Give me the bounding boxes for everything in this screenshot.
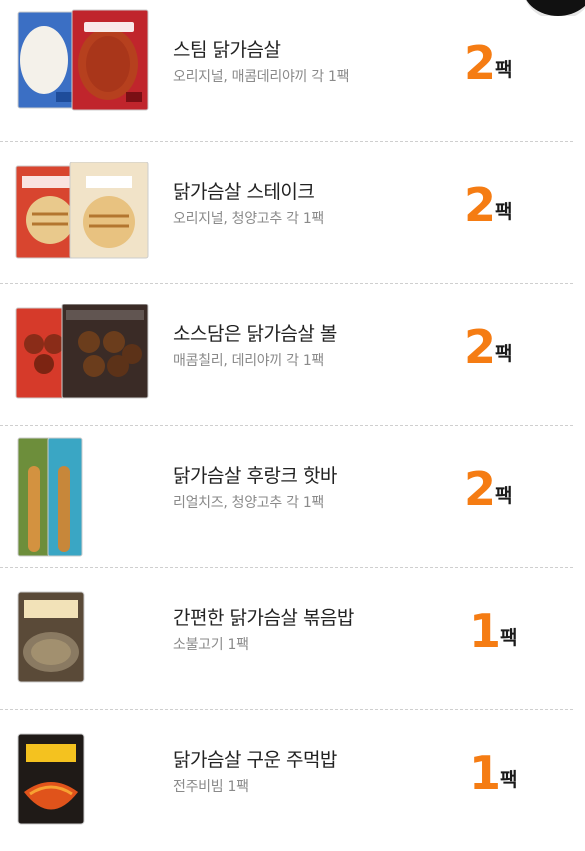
product-row: 간편한 닭가슴살 볶음밥 소불고기 1팩 1 팩 (0, 568, 573, 710)
product-options: 소불고기 1팩 (173, 637, 249, 653)
product-image (14, 8, 154, 118)
product-name: 닭가슴살 스테이크 (173, 181, 315, 203)
product-row: 닭가슴살 후랑크 핫바 리얼치즈, 청양고추 각 1팩 2 팩 (0, 426, 573, 568)
product-name: 스팀 닭가슴살 (173, 39, 281, 61)
quantity-number: 2 (464, 178, 496, 232)
product-options: 오리지널, 매콤데리야끼 각 1팩 (173, 69, 350, 85)
product-options: 오리지널, 청양고추 각 1팩 (173, 211, 325, 227)
pack-quantity: 1 팩 (469, 750, 518, 796)
product-image (14, 303, 154, 414)
quantity-unit: 팩 (495, 201, 513, 223)
product-name: 간편한 닭가슴살 볶음밥 (173, 607, 354, 629)
product-image (14, 161, 154, 272)
product-name: 소스담은 닭가슴살 볼 (173, 323, 337, 345)
product-options: 매콤칠리, 데리야끼 각 1팩 (173, 353, 325, 369)
quantity-number: 1 (469, 746, 501, 800)
product-list: 스팀 닭가슴살 오리지널, 매콤데리야끼 각 1팩 2 팩 닭가슴살 스테이크 … (0, 0, 573, 851)
product-name: 닭가슴살 후랑크 핫바 (173, 465, 337, 487)
pack-quantity: 2 팩 (464, 182, 513, 228)
product-row: 닭가슴살 구운 주먹밥 전주비빔 1팩 1 팩 (0, 710, 573, 851)
quantity-number: 2 (464, 462, 496, 516)
quantity-unit: 팩 (500, 627, 518, 649)
quantity-unit: 팩 (495, 343, 513, 365)
quantity-number: 2 (464, 320, 496, 374)
quantity-unit: 팩 (495, 59, 513, 81)
quantity-number: 1 (469, 604, 501, 658)
product-image (16, 732, 156, 842)
pack-quantity: 2 팩 (464, 466, 513, 512)
pack-quantity: 1 팩 (469, 608, 518, 654)
quantity-unit: 팩 (495, 485, 513, 507)
product-row: 소스담은 닭가슴살 볼 매콤칠리, 데리야끼 각 1팩 2 팩 (0, 284, 573, 426)
product-row: 닭가슴살 스테이크 오리지널, 청양고추 각 1팩 2 팩 (0, 142, 573, 284)
quantity-number: 2 (464, 36, 496, 90)
product-image (16, 436, 156, 557)
product-image (16, 590, 156, 700)
product-options: 리얼치즈, 청양고추 각 1팩 (173, 495, 325, 511)
quantity-unit: 팩 (500, 769, 518, 791)
product-name: 닭가슴살 구운 주먹밥 (173, 749, 337, 771)
product-options: 전주비빔 1팩 (173, 779, 249, 795)
product-row: 스팀 닭가슴살 오리지널, 매콤데리야끼 각 1팩 2 팩 (0, 0, 573, 142)
pack-quantity: 2 팩 (464, 324, 513, 370)
pack-quantity: 2 팩 (464, 40, 513, 86)
